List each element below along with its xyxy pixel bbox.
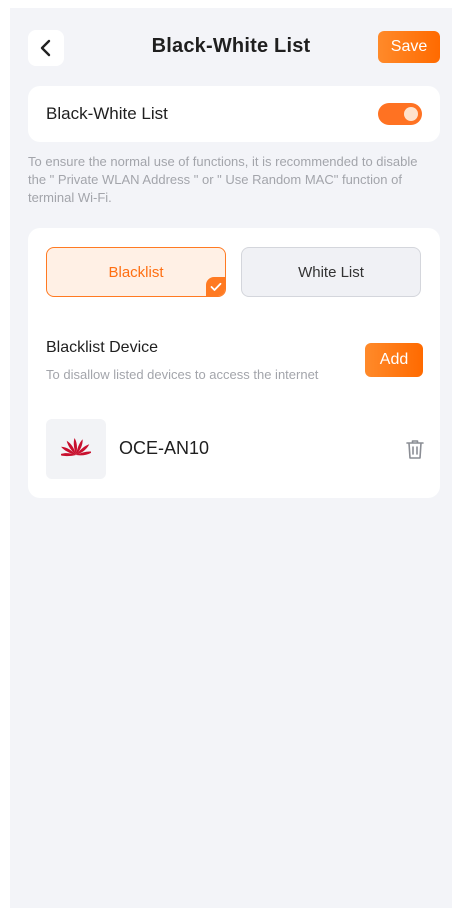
trash-icon[interactable]	[404, 438, 426, 460]
help-note: To ensure the normal use of functions, i…	[28, 154, 418, 205]
section-title: Blacklist Device	[46, 339, 159, 356]
toggle-label: Black-White List	[46, 104, 168, 123]
huawei-logo-icon	[46, 419, 106, 479]
device-name: OCE-AN10	[119, 438, 210, 458]
save-button[interactable]: Save	[378, 31, 440, 63]
list-card: Blacklist White List Blacklist Device To…	[28, 228, 440, 498]
black-white-list-toggle[interactable]	[378, 103, 422, 125]
toggle-knob	[404, 107, 418, 121]
add-device-button[interactable]: Add	[365, 343, 423, 377]
header: Black-White List Save	[10, 8, 452, 88]
check-icon	[206, 277, 225, 296]
white-list-option-label: White List	[298, 263, 364, 281]
toggle-card: Black-White List	[28, 86, 440, 142]
screen: Black-White List Save Black-White List T…	[10, 8, 452, 908]
blacklist-option-label: Blacklist	[108, 263, 164, 281]
white-list-option[interactable]: White List	[241, 247, 421, 297]
device-row: OCE-AN10	[46, 419, 426, 479]
section-subtitle: To disallow listed devices to access the…	[46, 367, 319, 382]
blacklist-option[interactable]: Blacklist	[46, 247, 226, 297]
